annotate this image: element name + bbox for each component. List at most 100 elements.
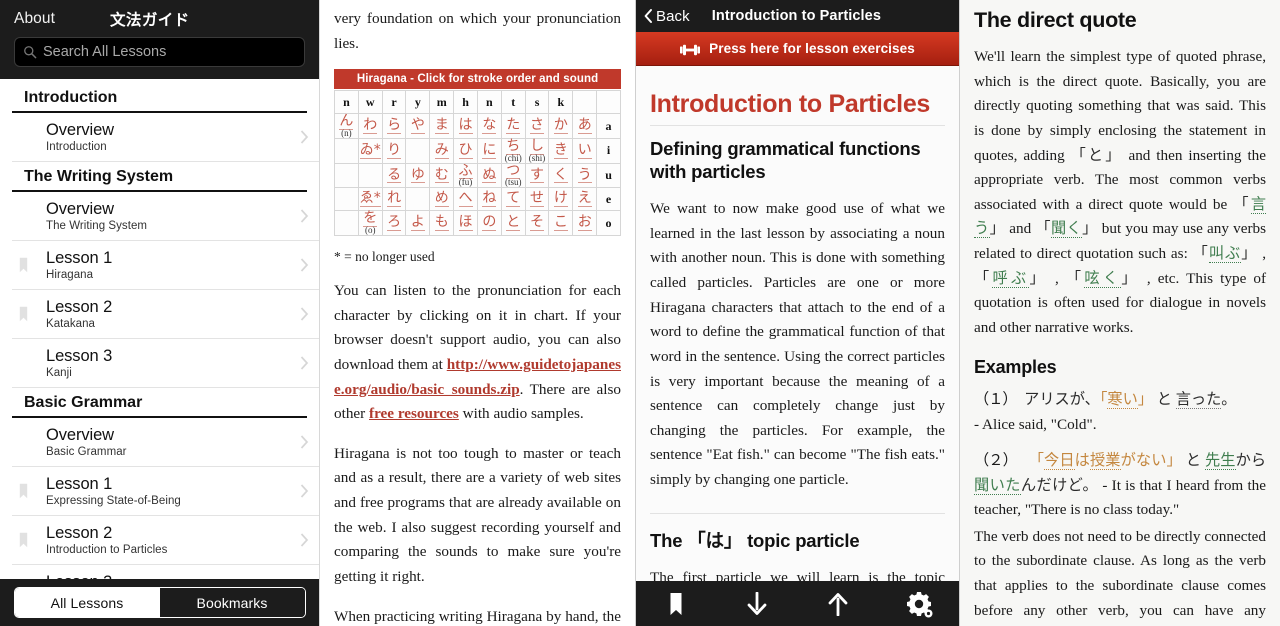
kana-cell[interactable]: れ (381, 187, 407, 212)
kana-cell[interactable]: わ (357, 113, 383, 139)
kana-cell[interactable]: ぬ (476, 162, 502, 189)
kana-cell[interactable]: ゑ* (357, 187, 383, 212)
kana-cell[interactable]: た (500, 113, 526, 139)
kana-cell[interactable]: け (548, 187, 574, 212)
list-item[interactable]: Lesson 3 Kanji (12, 339, 319, 388)
kana-cell[interactable]: も (429, 210, 455, 236)
kana-cell[interactable]: ち (chi) (500, 137, 526, 164)
segmented-control[interactable]: All Lessons Bookmarks (13, 587, 306, 618)
jp-quoted-samui[interactable]: 寒い (1107, 390, 1138, 409)
kana-cell[interactable]: よ (405, 210, 431, 236)
kana-cell[interactable]: う (572, 162, 598, 189)
jp-verb-kiita[interactable]: 聞いた (974, 476, 1021, 495)
jp-word-sensei[interactable]: 先生 (1204, 451, 1236, 470)
jp-word-kyou[interactable]: 今日 (1044, 451, 1075, 470)
kana-cell[interactable]: し (shi) (524, 137, 550, 164)
list-item[interactable]: Lesson 2 Introduction to Particles (12, 516, 319, 565)
kana-cell[interactable]: と (500, 210, 526, 236)
list-item[interactable]: Overview The Writing System (12, 192, 319, 241)
kana-cell[interactable]: そ (524, 210, 550, 236)
settings-button[interactable] (878, 590, 959, 618)
jp-word-jugyou[interactable]: 授業 (1089, 451, 1121, 470)
kana-cell[interactable]: を (o) (357, 210, 383, 236)
lesson-exercises-button[interactable]: Press here for lesson exercises (636, 32, 959, 66)
kana-cell[interactable]: な (476, 113, 502, 139)
kana-cell[interactable]: に (476, 137, 502, 164)
search-input[interactable] (43, 44, 296, 60)
kana-cell[interactable]: ま (429, 113, 455, 139)
kana-cell[interactable]: ゐ* (357, 137, 383, 164)
kana-cell[interactable]: り (381, 137, 407, 164)
kana-cell[interactable]: ん (n) (334, 113, 359, 139)
kana-cell[interactable]: ね (476, 187, 502, 212)
search-field-wrapper[interactable] (14, 37, 305, 67)
kana-cell[interactable]: る (381, 162, 407, 189)
jp-verb-sakebu[interactable]: 叫ぶ (1208, 245, 1242, 263)
hiragana-article-pane[interactable]: very foundation on which your pronunciat… (320, 0, 636, 626)
section-header-basic-grammar: Basic Grammar (12, 388, 307, 418)
bookmark-icon (19, 532, 28, 548)
kana-cell[interactable]: す (524, 162, 550, 189)
list-item[interactable]: Overview Basic Grammar (12, 418, 319, 467)
vowel-label: a (596, 113, 621, 139)
tab-all-lessons[interactable]: All Lessons (14, 588, 160, 617)
kana-cell[interactable]: い (572, 137, 598, 164)
kana-cell[interactable]: ひ (453, 137, 478, 164)
list-item[interactable]: Lesson 2 Katakana (12, 290, 319, 339)
list-item-subtitle: Kanji (46, 367, 72, 380)
kana-cell[interactable]: き (548, 137, 574, 164)
bookmark-button[interactable] (636, 592, 717, 616)
kana-cell[interactable]: ふ (fu) (453, 162, 478, 189)
hiragana-chart-banner[interactable]: Hiragana - Click for stroke order and so… (334, 69, 621, 90)
lesson-body[interactable]: Introduction to Particles Defining gramm… (636, 66, 959, 626)
back-button[interactable]: Back (644, 8, 690, 25)
kana-cell[interactable]: や (405, 113, 431, 139)
kana-cell[interactable]: あ (572, 113, 598, 139)
kana-cell[interactable]: せ (524, 187, 550, 212)
free-resources-link[interactable]: free resources (369, 405, 459, 422)
kana-cell[interactable]: つ (tsu) (500, 162, 526, 189)
kana-char: や (410, 117, 425, 134)
jp-verb-itta[interactable]: 言った (1175, 390, 1222, 409)
kana-cell-empty (405, 137, 431, 164)
kana-cell[interactable]: お (572, 210, 598, 236)
kana-cell[interactable]: く (548, 162, 574, 189)
kana-cell[interactable]: む (429, 162, 455, 189)
tab-bookmarks[interactable]: Bookmarks (159, 588, 305, 617)
bookmark-icon (19, 306, 28, 322)
kana-cell[interactable]: ら (381, 113, 407, 139)
kana-cell[interactable]: て (500, 187, 526, 212)
kana-cell[interactable]: み (429, 137, 455, 164)
kana-cell[interactable]: は (453, 113, 478, 139)
list-item[interactable]: Overview Introduction (12, 113, 319, 162)
kana-cell[interactable]: ゆ (405, 162, 431, 189)
paragraph-audio: You can listen to the pronunciation for … (334, 279, 621, 427)
lesson-list-pane: About 文法ガイド Introduction Overview (0, 0, 320, 626)
hiragana-chart[interactable]: n w r y m h n t s k ん (n) わ ら や ま は な た … (334, 90, 621, 236)
about-button[interactable]: About (14, 10, 55, 28)
kana-cell[interactable]: え (572, 187, 598, 212)
kana-cell[interactable]: ろ (381, 210, 407, 236)
kana-char: れ (387, 190, 402, 208)
kana-cell[interactable]: こ (548, 210, 574, 236)
kana-cell[interactable]: の (476, 210, 502, 236)
lesson-list-scroll[interactable]: Introduction Overview Introduction The W… (0, 79, 319, 626)
direct-quote-pane[interactable]: The direct quote We'll learn the simples… (960, 0, 1280, 626)
kana-romaji: (tsu) (504, 177, 522, 188)
kana-cell[interactable]: へ (453, 187, 478, 212)
list-item[interactable]: Lesson 1 Expressing State-of-Being (12, 467, 319, 516)
kana-char: て (506, 190, 521, 208)
kana-cell[interactable]: ほ (453, 210, 478, 236)
kana-cell[interactable]: か (548, 113, 574, 139)
kana-cell[interactable]: さ (524, 113, 550, 139)
jp-bracket: 」 (1166, 451, 1182, 469)
list-item[interactable]: Lesson 1 Hiragana (12, 241, 319, 290)
previous-page-button[interactable] (798, 592, 879, 616)
jp-verb-tsubuyaku[interactable]: 呟く (1084, 269, 1122, 288)
next-page-button[interactable] (717, 591, 798, 616)
kana-cell[interactable]: め (429, 187, 455, 212)
jp-verb-kiku[interactable]: 聞く (1050, 220, 1083, 239)
jp-verb-yobu[interactable]: 呼ぶ (992, 269, 1030, 288)
back-label: Back (656, 7, 690, 25)
jp-term: 「と」 (1070, 146, 1123, 164)
